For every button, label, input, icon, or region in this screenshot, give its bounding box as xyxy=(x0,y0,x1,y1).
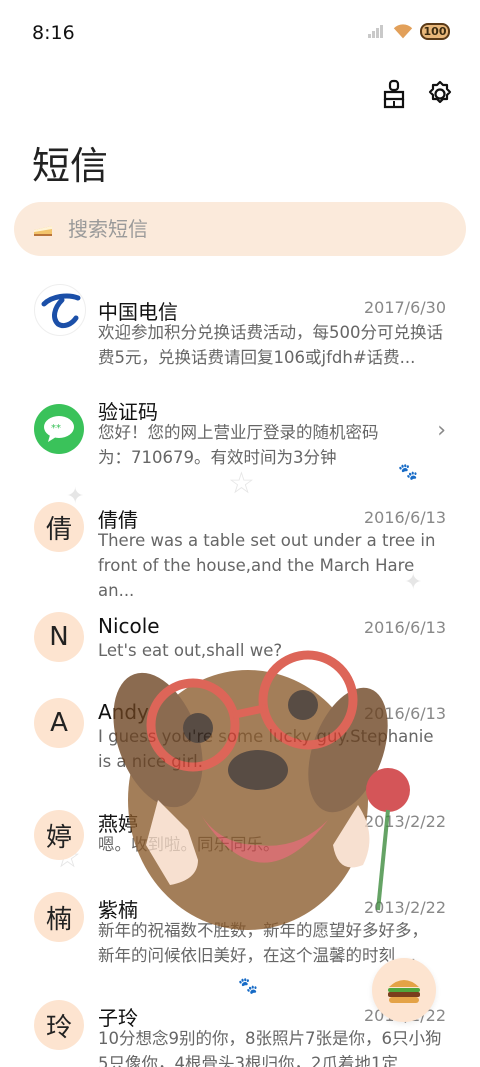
star-decoration-icon: ☆ xyxy=(228,466,255,501)
paw-decoration-icon: 🐾 xyxy=(238,976,258,995)
burger-icon xyxy=(388,980,420,1003)
wifi-icon xyxy=(393,24,413,39)
dog-sticker-image xyxy=(113,650,410,930)
new-message-button[interactable] xyxy=(372,958,436,1022)
status-time: 8:16 xyxy=(32,22,75,44)
chat-bubble-icon: ** xyxy=(44,416,74,442)
cake-icon xyxy=(34,226,52,236)
search-input[interactable] xyxy=(66,216,430,242)
avatar: 倩 xyxy=(34,502,84,552)
paw-decoration-icon: 🐾 xyxy=(398,462,418,481)
avatar xyxy=(34,284,86,336)
gear-icon xyxy=(428,80,452,104)
conversation-preview: There was a table set out under a tree i… xyxy=(98,531,436,600)
avatar: 婷 xyxy=(34,810,84,860)
conversation-date: 2016/6/13 xyxy=(363,508,446,527)
avatar: 楠 xyxy=(34,892,84,942)
settings-button[interactable] xyxy=(426,78,454,110)
signal-icon xyxy=(368,24,386,38)
chevron-right-icon: › xyxy=(437,418,446,443)
avatar: N xyxy=(34,612,84,662)
battery-icon: 100 xyxy=(420,22,450,40)
china-telecom-logo-icon xyxy=(41,293,81,329)
page-title: 短信 xyxy=(32,144,109,188)
avatar: A xyxy=(34,698,84,748)
status-bar: 8:16 100 xyxy=(0,0,480,68)
conversation-preview: 欢迎参加积分兑换话费活动，每500分可兑换话费5元，兑换话费请回复106或jfd… xyxy=(98,323,443,367)
avatar: 玲 xyxy=(34,1000,84,1050)
conversation-preview: 您好！您的网上营业厅登录的随机密码为：710679。有效时间为3分钟 xyxy=(98,423,379,467)
search-bar[interactable] xyxy=(14,202,466,256)
brush-icon xyxy=(383,79,405,109)
status-icons: 100 xyxy=(368,22,450,40)
theme-brush-button[interactable] xyxy=(380,78,408,110)
top-actions xyxy=(380,78,454,110)
svg-text:**: ** xyxy=(51,423,61,434)
avatar: ** xyxy=(34,404,84,454)
conversation-date: 2017/6/30 xyxy=(363,298,446,317)
conversation-preview: 10分想念9别的你，8张照片7张是你，6只小狗5只像你，4根骨头3根归你，2爪着… xyxy=(98,1029,442,1067)
